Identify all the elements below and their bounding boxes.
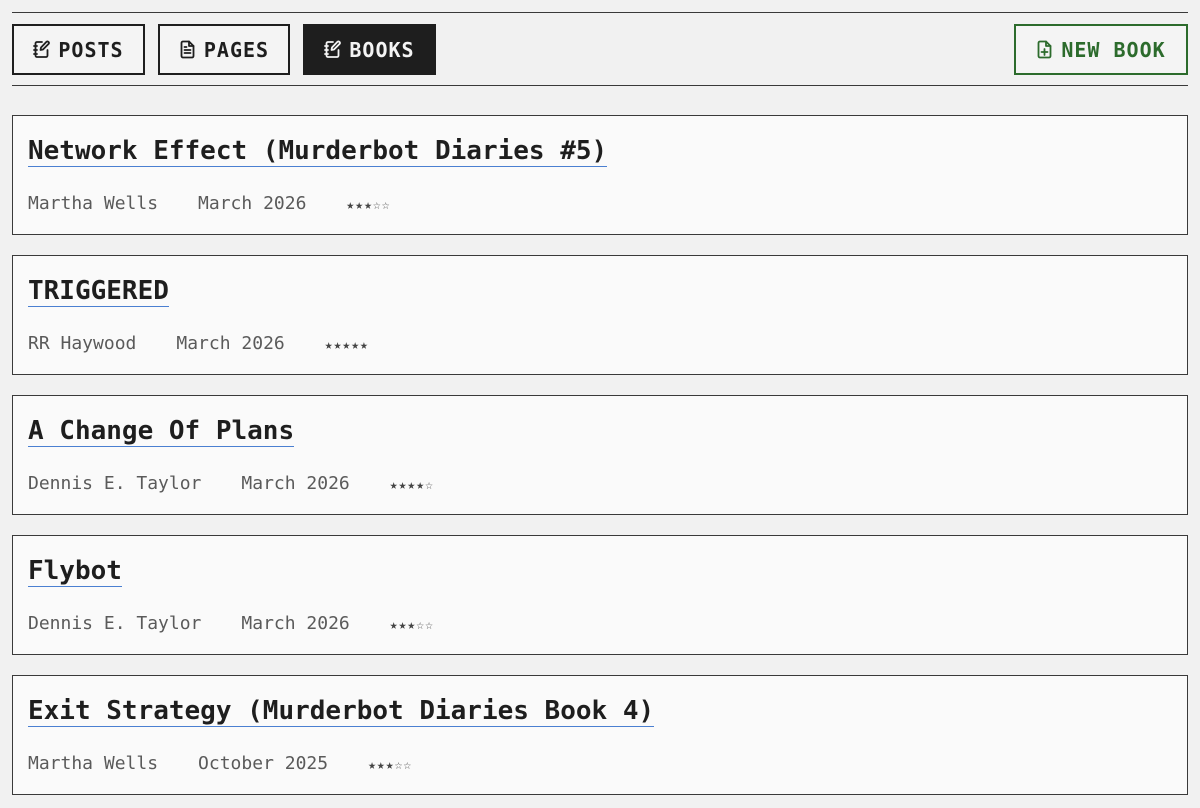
book-title-link[interactable]: Network Effect (Murderbot Diaries #5) <box>28 136 608 167</box>
file-plus-icon <box>1037 40 1052 59</box>
book-title-link[interactable]: A Change Of Plans <box>28 416 295 447</box>
book-meta: Martha Wells October 2025 ★★★☆☆ <box>28 753 412 774</box>
tab-books[interactable]: BOOKS <box>303 24 436 75</box>
book-meta: Martha Wells March 2026 ★★★☆☆ <box>28 193 391 214</box>
notebook-pen-icon <box>33 40 51 58</box>
tab-pages[interactable]: PAGES <box>158 24 290 75</box>
star-rating: ★★★★☆ <box>389 478 434 493</box>
book-meta: Dennis E. Taylor March 2026 ★★★☆☆ <box>28 613 434 634</box>
book-card: Exit Strategy (Murderbot Diaries Book 4)… <box>12 675 1188 795</box>
book-date: March 2026 <box>176 333 285 354</box>
book-card: Flybot Dennis E. Taylor March 2026 ★★★☆☆ <box>12 535 1188 655</box>
book-card: A Change Of Plans Dennis E. Taylor March… <box>12 395 1188 515</box>
book-date: March 2026 <box>241 613 350 634</box>
book-date: March 2026 <box>198 193 307 214</box>
tab-books-label: BOOKS <box>349 37 415 62</box>
book-author: RR Haywood <box>28 333 137 354</box>
star-rating: ★★★☆☆ <box>346 198 391 213</box>
book-author: Dennis E. Taylor <box>28 473 202 494</box>
star-rating: ★★★☆☆ <box>389 618 434 633</box>
new-book-button[interactable]: NEW BOOK <box>1014 24 1188 75</box>
book-card: TRIGGERED RR Haywood March 2026 ★★★★★ <box>12 255 1188 375</box>
tab-pages-label: PAGES <box>203 37 270 62</box>
content-type-toolbar: POSTS PAGES BOOKS NEW BOOK <box>12 12 1188 86</box>
book-card: Network Effect (Murderbot Diaries #5) Ma… <box>12 115 1188 235</box>
book-author: Martha Wells <box>28 193 159 214</box>
book-title-link[interactable]: Exit Strategy (Murderbot Diaries Book 4) <box>28 696 655 727</box>
tab-posts-label: POSTS <box>58 37 124 62</box>
star-rating: ★★★☆☆ <box>368 758 413 773</box>
new-book-label: NEW BOOK <box>1061 37 1166 62</box>
book-title-link[interactable]: TRIGGERED <box>28 276 169 307</box>
book-meta: Dennis E. Taylor March 2026 ★★★★☆ <box>28 473 434 494</box>
book-meta: RR Haywood March 2026 ★★★★★ <box>28 333 369 354</box>
book-author: Dennis E. Taylor <box>28 613 202 634</box>
book-title-link[interactable]: Flybot <box>28 556 122 587</box>
book-author: Martha Wells <box>28 753 159 774</box>
notebook-pen-icon <box>324 40 342 58</box>
star-rating: ★★★★★ <box>324 338 369 353</box>
tab-posts[interactable]: POSTS <box>12 24 145 75</box>
book-date: March 2026 <box>241 473 350 494</box>
books-page: POSTS PAGES BOOKS NEW BOOK Network Effec… <box>0 0 1200 808</box>
book-date: October 2025 <box>198 753 329 774</box>
document-icon <box>180 40 195 59</box>
